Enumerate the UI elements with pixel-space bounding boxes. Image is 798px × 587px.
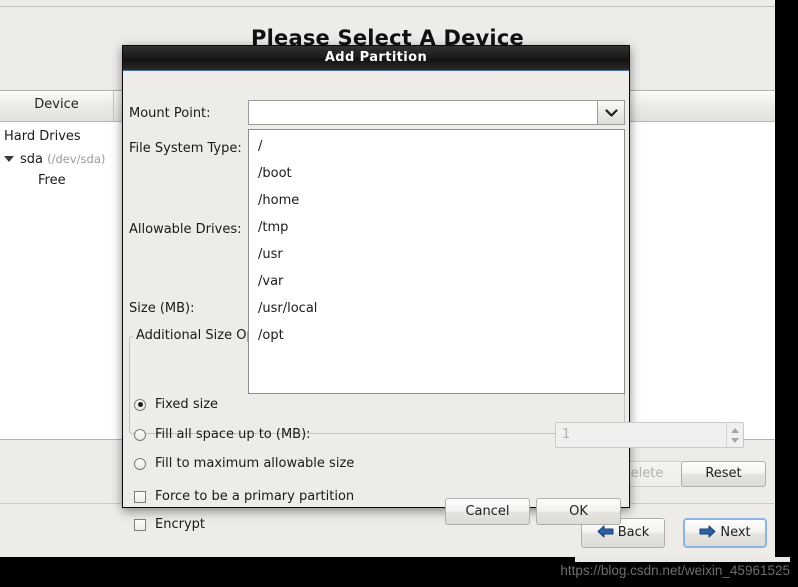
size-mb-label: Size (MB): (129, 301, 195, 316)
list-item[interactable]: /boot (249, 160, 624, 187)
radio-fill-maximum[interactable]: Fill to maximum allowable size (134, 456, 354, 471)
list-item[interactable]: /usr/local (249, 295, 624, 322)
file-system-type-label: File System Type: (129, 141, 242, 156)
mount-point-dropdown-button[interactable] (597, 100, 625, 125)
radio-fill-maximum-label: Fill to maximum allowable size (155, 456, 355, 471)
arrow-left-icon (597, 525, 614, 538)
list-item[interactable]: /usr (249, 241, 624, 268)
radio-fixed-size-label: Fixed size (155, 397, 219, 412)
spinner-up-icon (731, 427, 739, 433)
checkbox-encrypt-label: Encrypt (155, 517, 205, 532)
checkbox-force-primary[interactable]: Force to be a primary partition (134, 489, 354, 504)
list-item[interactable]: /tmp (249, 214, 624, 241)
mount-point-combobox[interactable] (248, 100, 625, 125)
spinner-down-icon (731, 437, 739, 443)
dialog-titlebar[interactable]: Add Partition (123, 46, 629, 71)
arrow-right-icon (699, 525, 716, 538)
radio-fill-all-space[interactable]: Fill all space up to (MB): (134, 427, 311, 442)
tree-row-label: sda (20, 152, 43, 167)
add-partition-dialog: Add Partition Mount Point: File System T… (122, 45, 744, 532)
list-item[interactable]: /opt (249, 322, 624, 349)
chevron-down-icon (604, 105, 618, 120)
tree-row-sublabel: (/dev/sda) (47, 152, 106, 166)
cancel-button-label: Cancel (465, 504, 510, 519)
list-item[interactable]: /var (249, 268, 624, 295)
ok-button-label: OK (569, 504, 588, 519)
fill-size-input: 1 (562, 427, 571, 442)
watermark-text: https://blog.csdn.net/weixin_45961525 (560, 563, 790, 578)
back-button-label: Back (617, 525, 650, 540)
allowable-drives-label: Allowable Drives: (129, 222, 242, 237)
dialog-body: Mount Point: File System Type: Allowable… (123, 71, 744, 532)
checkbox-indicator-icon (134, 490, 146, 503)
mount-point-dropdown-list[interactable]: / /boot /home /tmp /usr /var /usr/local … (248, 129, 625, 394)
tree-row-label: Hard Drives (4, 129, 81, 144)
checkbox-indicator-icon (134, 518, 146, 531)
checkbox-encrypt[interactable]: Encrypt (134, 517, 205, 532)
radio-indicator-icon (134, 457, 146, 470)
mount-point-label: Mount Point: (129, 106, 211, 121)
radio-indicator-icon (134, 398, 146, 411)
top-divider (0, 6, 775, 7)
wizard-nav-bar: Back Next (0, 505, 775, 557)
column-divider[interactable] (113, 91, 114, 121)
mount-point-input[interactable] (248, 100, 597, 125)
dialog-title: Add Partition (324, 50, 428, 65)
radio-fill-all-space-label: Fill all space up to (MB): (155, 427, 311, 442)
tree-row-label: Free (38, 173, 66, 188)
radio-indicator-icon (134, 428, 146, 441)
next-button[interactable]: Next (683, 518, 767, 548)
checkbox-force-primary-label: Force to be a primary partition (155, 489, 355, 504)
watermark-bar: https://blog.csdn.net/weixin_45961525 (0, 557, 798, 587)
cancel-button[interactable]: Cancel (445, 498, 530, 525)
chevron-down-icon[interactable] (4, 155, 14, 162)
list-item[interactable]: / (249, 133, 624, 160)
list-item[interactable]: /home (249, 187, 624, 214)
watermark-strip (575, 557, 790, 562)
fill-size-spinner: 1 (555, 422, 744, 448)
reset-button-label: Reset (705, 466, 742, 481)
reset-button[interactable]: Reset (681, 461, 766, 487)
next-button-label: Next (720, 525, 751, 540)
column-header-device[interactable]: Device (0, 97, 113, 112)
ok-button[interactable]: OK (536, 498, 621, 525)
spinner-buttons (726, 423, 743, 447)
radio-fixed-size[interactable]: Fixed size (134, 397, 218, 412)
